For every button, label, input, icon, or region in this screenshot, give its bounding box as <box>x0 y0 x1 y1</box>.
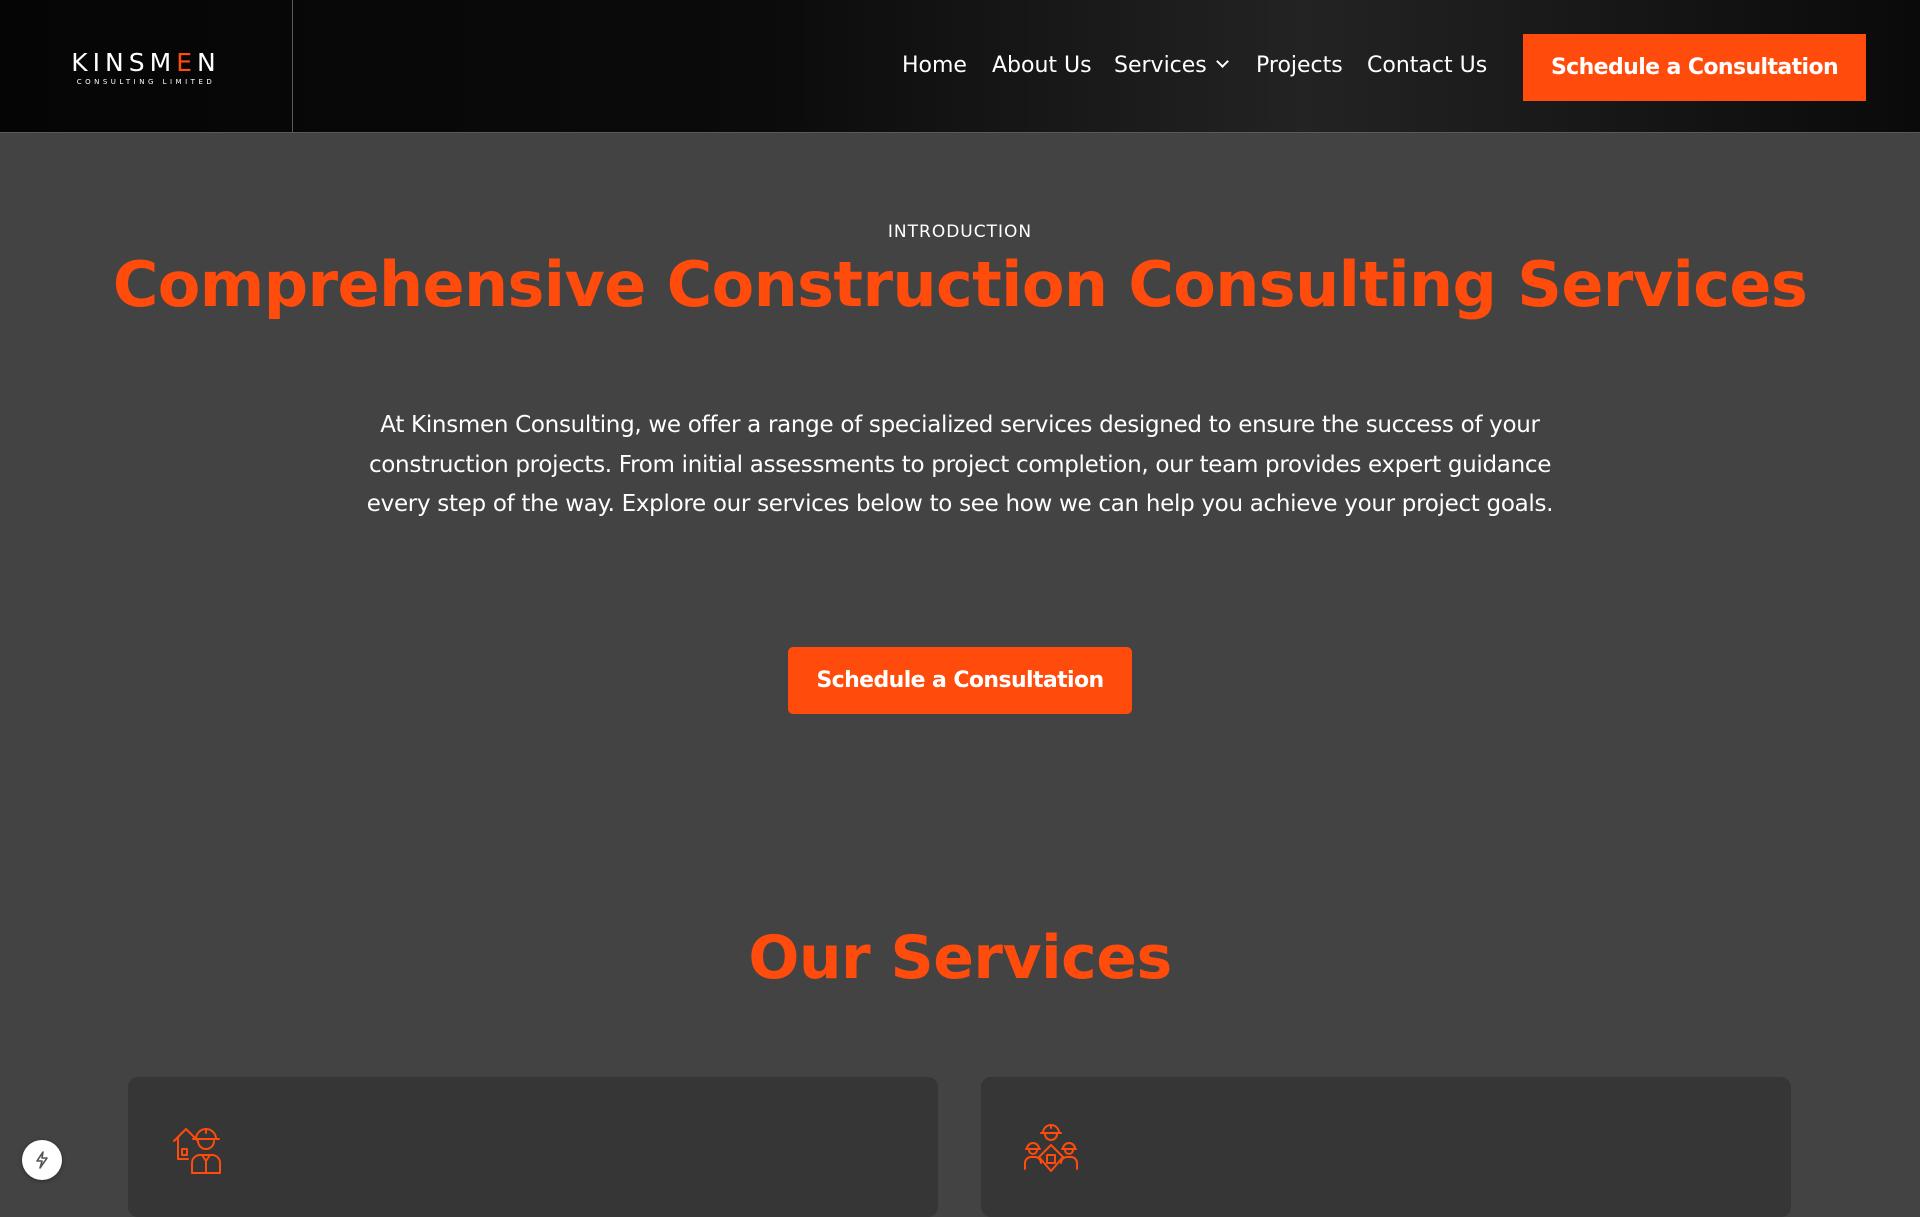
construction-team-icon <box>1024 1124 1078 1172</box>
hero-schedule-consultation-button[interactable]: Schedule a Consultation <box>788 647 1132 714</box>
service-card[interactable] <box>981 1077 1791 1217</box>
service-card[interactable] <box>128 1077 938 1217</box>
lightning-icon <box>36 1151 48 1169</box>
services-heading: Our Services <box>748 923 1172 993</box>
floating-action-button[interactable] <box>22 1140 62 1180</box>
nav-about-us[interactable]: About Us <box>992 51 1092 81</box>
intro-eyebrow: INTRODUCTION <box>887 222 1033 242</box>
nav-services[interactable]: Services <box>1114 51 1229 81</box>
header-schedule-consultation-button[interactable]: Schedule a Consultation <box>1523 34 1866 101</box>
site-header: KINSMEN CONSULTING LIMITED Home About Us… <box>0 0 1920 133</box>
page-title: Comprehensive Construction Consulting Se… <box>112 248 1808 321</box>
nav-contact-us[interactable]: Contact Us <box>1367 51 1487 81</box>
nav-projects[interactable]: Projects <box>1256 51 1343 81</box>
nav-home[interactable]: Home <box>902 51 967 81</box>
nav-services-label: Services <box>1114 53 1207 78</box>
chevron-down-icon <box>1215 55 1229 68</box>
intro-paragraph: At Kinsmen Consulting, we offer a range … <box>366 412 1554 517</box>
construction-worker-house-icon <box>173 1128 221 1174</box>
